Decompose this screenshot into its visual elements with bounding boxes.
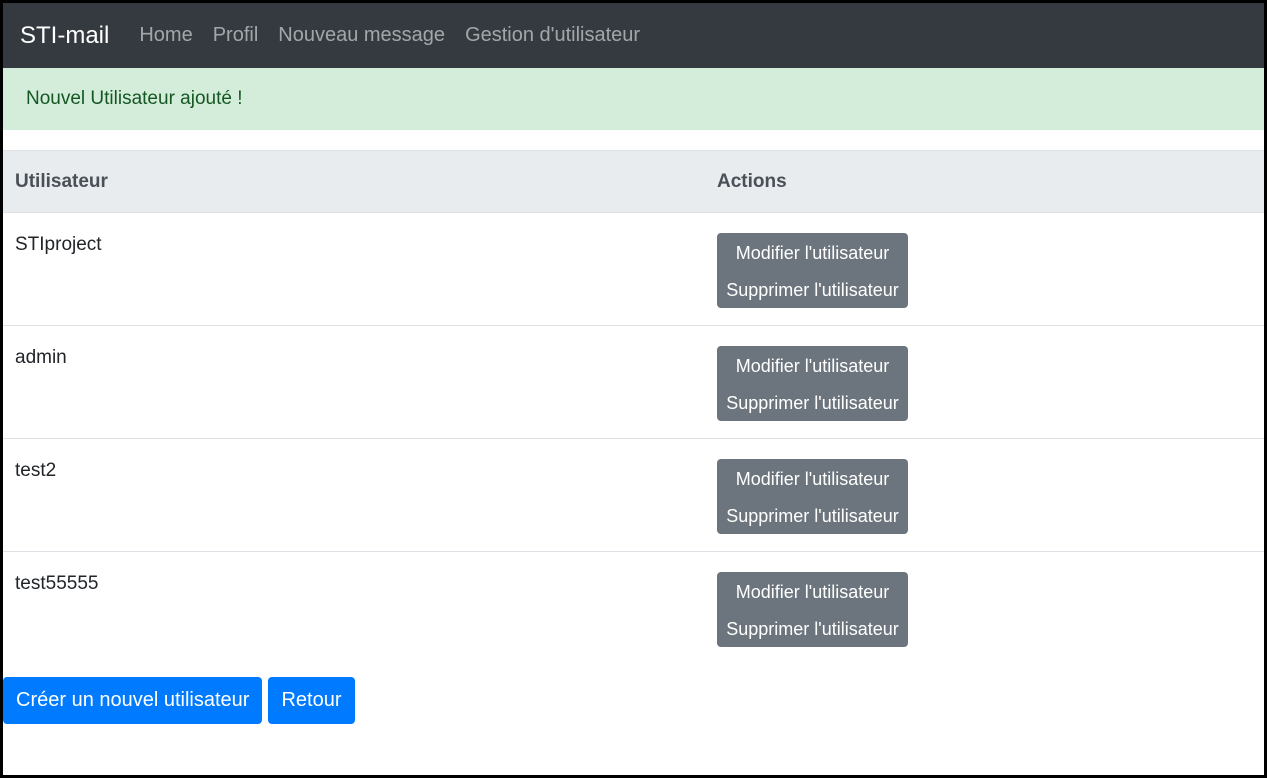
back-button[interactable]: Retour bbox=[268, 677, 355, 724]
actions-button-group: Modifier l'utilisateur Supprimer l'utili… bbox=[717, 572, 908, 647]
column-header-user: Utilisateur bbox=[3, 150, 705, 213]
delete-user-button[interactable]: Supprimer l'utilisateur bbox=[717, 617, 908, 654]
top-navbar: STI-mail Home Profil Nouveau message Ges… bbox=[3, 3, 1264, 68]
actions-cell: Modifier l'utilisateur Supprimer l'utili… bbox=[705, 438, 1264, 552]
actions-button-group: Modifier l'utilisateur Supprimer l'utili… bbox=[717, 233, 908, 308]
alert-message: Nouvel Utilisateur ajouté ! bbox=[26, 88, 243, 109]
table-header-row: Utilisateur Actions bbox=[3, 150, 1264, 213]
user-name-cell: admin bbox=[3, 325, 705, 439]
create-user-button[interactable]: Créer un nouvel utilisateur bbox=[3, 677, 263, 724]
nav-link-user-management[interactable]: Gestion d'utilisateur bbox=[465, 24, 640, 47]
bottom-button-bar: Créer un nouvel utilisateur Retour bbox=[3, 677, 361, 724]
edit-user-button[interactable]: Modifier l'utilisateur bbox=[717, 241, 908, 278]
actions-cell: Modifier l'utilisateur Supprimer l'utili… bbox=[705, 551, 1264, 664]
users-table: Utilisateur Actions STIproject Modifier … bbox=[3, 150, 1264, 664]
user-name-cell: test55555 bbox=[3, 551, 705, 664]
delete-user-button[interactable]: Supprimer l'utilisateur bbox=[717, 391, 908, 428]
delete-user-button[interactable]: Supprimer l'utilisateur bbox=[717, 278, 908, 315]
edit-user-button[interactable]: Modifier l'utilisateur bbox=[717, 354, 908, 391]
table-row: STIproject Modifier l'utilisateur Suppri… bbox=[3, 213, 1264, 326]
nav-link-profil[interactable]: Profil bbox=[213, 24, 259, 47]
delete-user-button[interactable]: Supprimer l'utilisateur bbox=[717, 504, 908, 541]
actions-button-group: Modifier l'utilisateur Supprimer l'utili… bbox=[717, 346, 908, 421]
edit-user-button[interactable]: Modifier l'utilisateur bbox=[717, 467, 908, 504]
actions-button-group: Modifier l'utilisateur Supprimer l'utili… bbox=[717, 459, 908, 534]
success-alert: Nouvel Utilisateur ajouté ! bbox=[3, 68, 1264, 130]
user-name-cell: test2 bbox=[3, 438, 705, 552]
user-name-cell: STIproject bbox=[15, 234, 102, 255]
table-row: test55555 Modifier l'utilisateur Supprim… bbox=[3, 551, 1264, 664]
nav-link-home[interactable]: Home bbox=[139, 24, 192, 47]
actions-cell: Modifier l'utilisateur Supprimer l'utili… bbox=[705, 325, 1264, 439]
actions-cell: Modifier l'utilisateur Supprimer l'utili… bbox=[705, 213, 1264, 326]
nav-link-new-message[interactable]: Nouveau message bbox=[278, 24, 445, 47]
navbar-brand[interactable]: STI-mail bbox=[20, 22, 109, 50]
edit-user-button[interactable]: Modifier l'utilisateur bbox=[717, 580, 908, 617]
page-frame: STI-mail Home Profil Nouveau message Ges… bbox=[3, 3, 1264, 775]
table-row: admin Modifier l'utilisateur Supprimer l… bbox=[3, 325, 1264, 439]
table-row: test2 Modifier l'utilisateur Supprimer l… bbox=[3, 438, 1264, 552]
column-header-actions: Actions bbox=[705, 150, 1264, 213]
